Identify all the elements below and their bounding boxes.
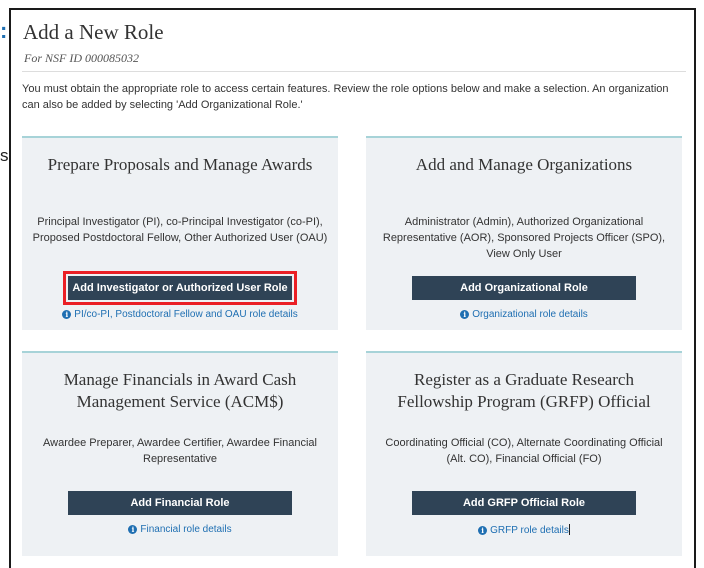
card-description: Administrator (Admin), Authorized Organi… [382, 216, 666, 260]
role-details-link[interactable]: i PI/co-PI, Postdoctoral Fellow and OAU r… [22, 309, 338, 320]
add-financial-role-button[interactable]: Add Financial Role [68, 491, 292, 515]
card-description: Awardee Preparer, Awardee Certifier, Awa… [43, 437, 317, 465]
card-manage-organizations: Add and Manage Organizations Administrat… [366, 136, 682, 330]
card-description: Coordinating Official (CO), Alternate Co… [385, 437, 663, 465]
card-manage-financials: Manage Financials in Award Cash Manageme… [22, 351, 338, 556]
card-title: Prepare Proposals and Manage Awards [47, 155, 313, 174]
card-description: Principal Investigator (PI), co-Principa… [32, 216, 328, 244]
background-letter-fragment: s [0, 146, 9, 165]
info-circle-icon: i [478, 526, 488, 535]
background-colon-fragment: : [0, 18, 8, 43]
role-details-link-text[interactable]: Organizational role details [472, 309, 588, 320]
info-circle-icon: i [128, 525, 138, 534]
header-divider [22, 71, 686, 72]
text-cursor [568, 524, 570, 535]
card-title: Add and Manage Organizations [415, 155, 633, 174]
intro-text: You must obtain the appropriate role to … [22, 83, 669, 111]
add-investigator-role-button[interactable]: Add Investigator or Authorized User Role [63, 271, 297, 305]
add-organizational-role-button[interactable]: Add Organizational Role [412, 276, 636, 300]
role-details-link-text[interactable]: Financial role details [140, 524, 231, 535]
role-details-link-text[interactable]: PI/co-PI, Postdoctoral Fellow and OAU ro… [74, 309, 297, 320]
role-details-link[interactable]: i GRFP role details [366, 524, 682, 536]
card-title: Register as a Graduate Research Fellowsh… [397, 370, 651, 411]
background-window-fragment: : s [0, 0, 9, 563]
nsf-id-subtitle: For NSF ID 000085032 [24, 51, 139, 65]
role-details-link-text[interactable]: GRFP role details [490, 525, 569, 536]
card-prepare-proposals: Prepare Proposals and Manage Awards Prin… [22, 136, 338, 330]
role-details-link[interactable]: i Financial role details [22, 524, 338, 535]
info-circle-icon: i [460, 310, 470, 319]
role-details-link[interactable]: i Organizational role details [366, 309, 682, 320]
add-grfp-official-role-button[interactable]: Add GRFP Official Role [412, 491, 636, 515]
page-title: Add a New Role [23, 20, 164, 44]
info-circle-icon: i [62, 310, 72, 319]
card-register-grfp: Register as a Graduate Research Fellowsh… [366, 351, 682, 556]
card-title: Manage Financials in Award Cash Manageme… [63, 370, 297, 411]
